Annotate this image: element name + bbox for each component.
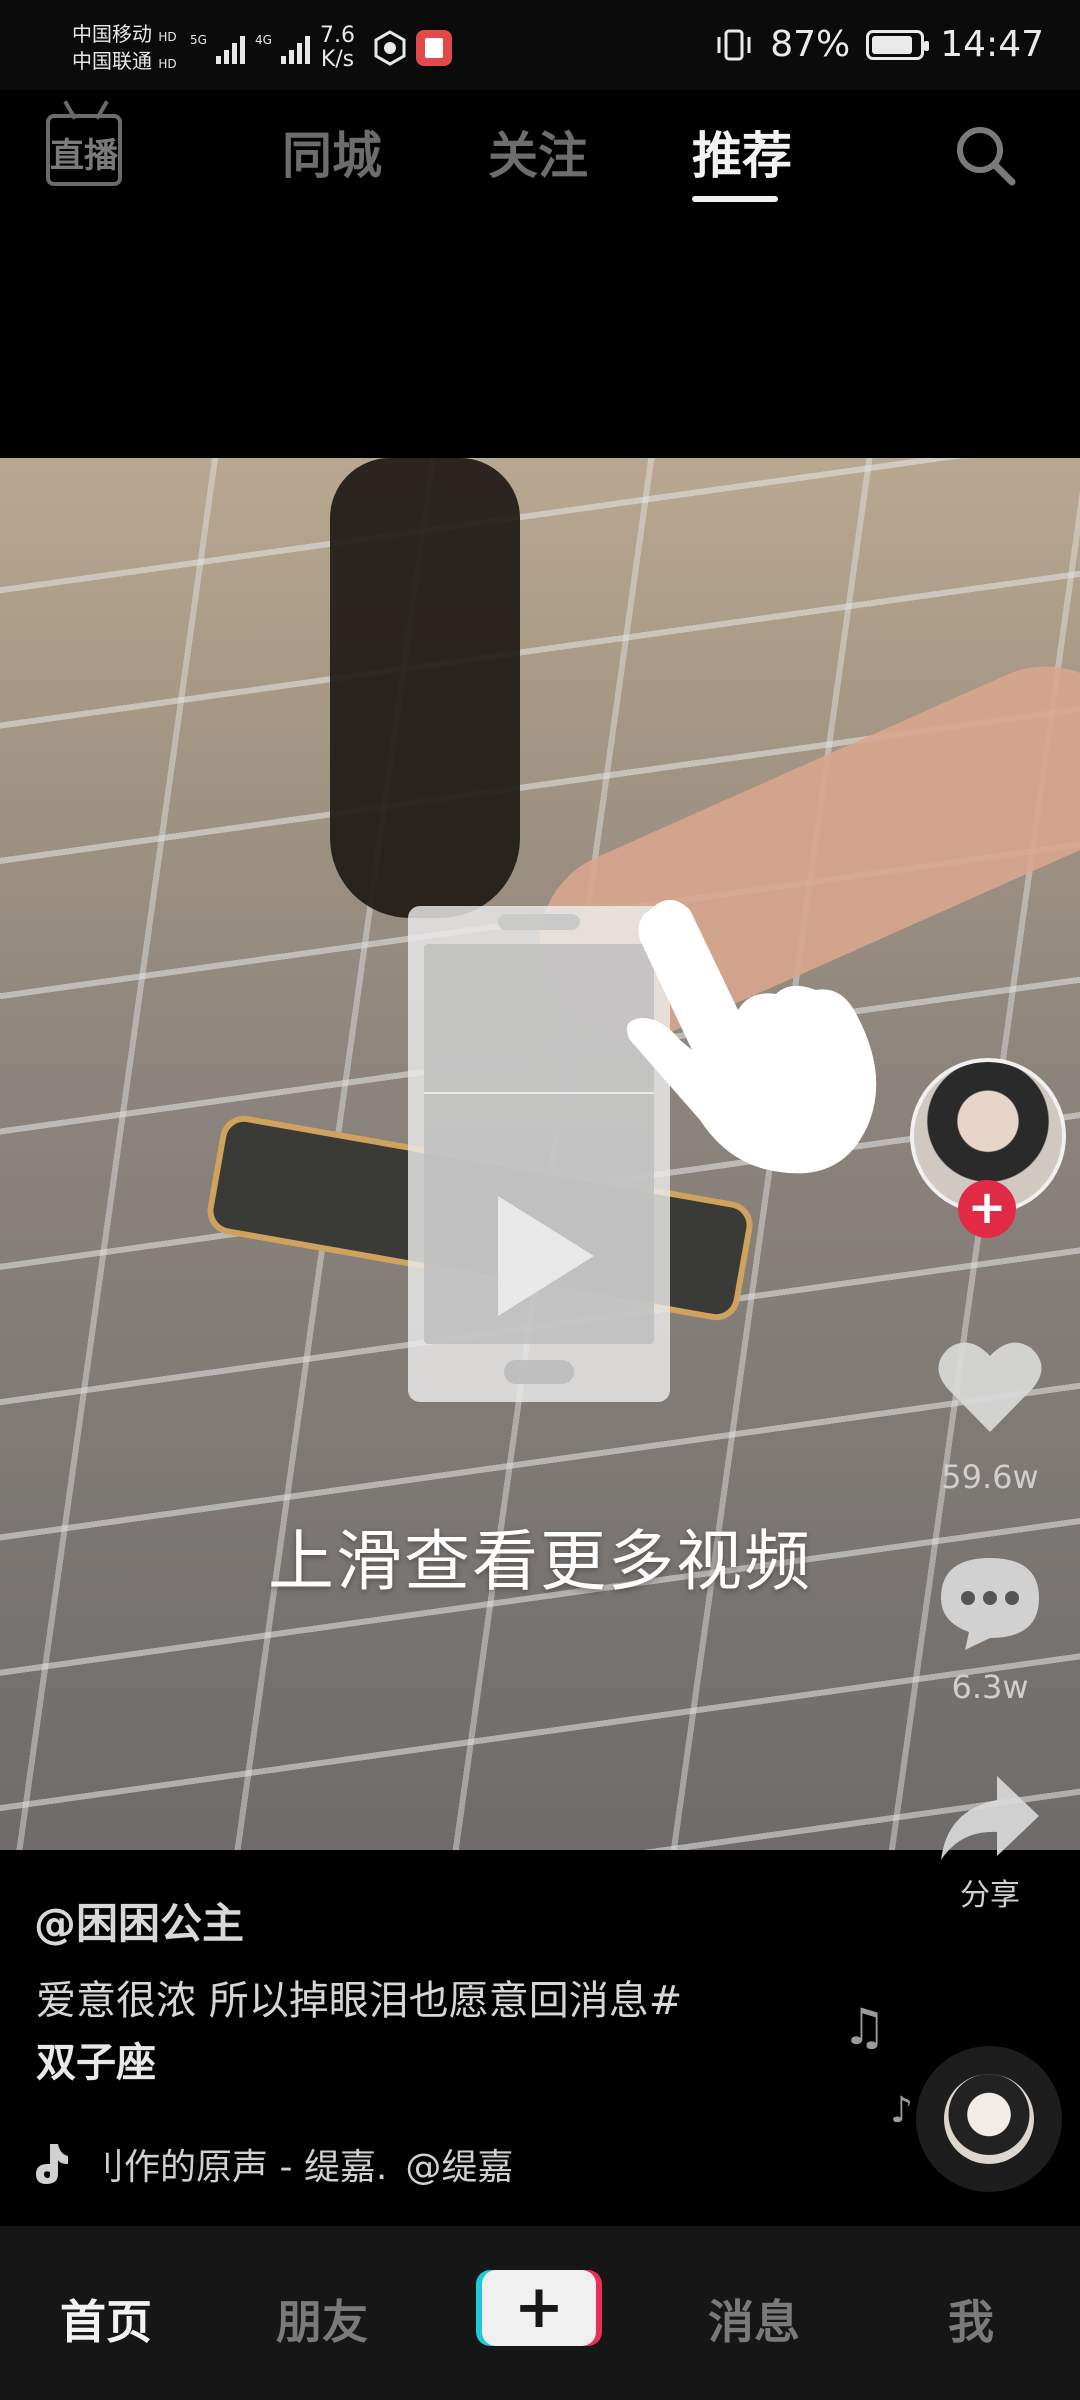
swipe-guide-text: 上滑查看更多视频 bbox=[268, 1523, 812, 1600]
tab-following[interactable]: 关注 bbox=[488, 116, 588, 188]
tab-messages[interactable]: 消息 bbox=[708, 2286, 800, 2352]
vibrate-icon bbox=[717, 29, 751, 60]
floating-note-icon-small: ♪ bbox=[890, 2090, 913, 2131]
carrier-info: 中国移动 HD 中国联通 HD bbox=[72, 22, 177, 76]
network-speed: 7.6 K/s bbox=[320, 24, 355, 72]
floating-note-icon: ♫ bbox=[842, 1998, 887, 2056]
post-description: 爱意很浓 所以掉眼泪也愿意回消息# 双子座 bbox=[36, 1970, 796, 2094]
hand-gesture-icon bbox=[374, 30, 406, 66]
pointing-hand-icon bbox=[626, 900, 877, 1174]
tab-me[interactable]: 我 bbox=[948, 2286, 994, 2352]
svg-text:4G: 4G bbox=[255, 33, 272, 47]
tab-friends[interactable]: 朋友 bbox=[276, 2286, 368, 2352]
description-text: 爱意很浓 所以掉眼泪也愿意回消息# bbox=[36, 1978, 683, 2024]
speed-value: 7.6 bbox=[320, 23, 355, 48]
like-heart-icon[interactable] bbox=[935, 1336, 1045, 1436]
battery-icon bbox=[866, 29, 930, 60]
signal-4g-icon: 4G bbox=[255, 33, 310, 64]
music-info[interactable]: 刂作的原声 - 缇嘉. @缇嘉 bbox=[30, 2138, 513, 2190]
music-title: 刂作的原声 - 缇嘉. bbox=[88, 2147, 388, 2188]
speed-unit: K/s bbox=[320, 47, 355, 72]
tiktok-note-icon bbox=[36, 2144, 68, 2184]
carrier-2: 中国联通 bbox=[72, 49, 152, 73]
svg-text:5G: 5G bbox=[190, 33, 207, 47]
status-right: 87% 14:47 bbox=[714, 24, 1044, 65]
signal-5g-icon: 5G bbox=[190, 33, 245, 64]
comment-icon[interactable] bbox=[935, 1552, 1045, 1652]
share-label[interactable]: 分享 bbox=[910, 1870, 1070, 1914]
share-arrow-icon[interactable] bbox=[935, 1770, 1045, 1870]
status-bar: 中国移动 HD 中国联通 HD 5G 4G 7.6 K/s 87% 14:47 bbox=[0, 0, 1080, 90]
music-disc[interactable] bbox=[916, 2046, 1062, 2192]
hashtag-link[interactable]: 双子座 bbox=[36, 2040, 156, 2086]
search-icon[interactable] bbox=[950, 120, 1020, 190]
plus-icon: + bbox=[513, 2272, 565, 2342]
battery-percent: 87% bbox=[770, 24, 851, 65]
clock: 14:47 bbox=[940, 24, 1044, 65]
active-tab-indicator bbox=[692, 196, 778, 202]
tab-home[interactable]: 首页 bbox=[60, 2286, 152, 2352]
reader-app-icon bbox=[416, 30, 452, 66]
live-label: 直播 bbox=[50, 136, 118, 176]
video-subject-hair bbox=[330, 458, 520, 918]
bottom-tab-bar: 首页 朋友 + 消息 我 bbox=[0, 2226, 1080, 2400]
create-post-button[interactable]: + bbox=[482, 2270, 596, 2346]
comment-count: 6.3w bbox=[951, 1668, 1029, 1706]
top-nav: 直播 同城 关注 推荐 bbox=[0, 90, 1080, 220]
carrier-1: 中国移动 bbox=[72, 22, 152, 46]
like-count: 59.6w bbox=[941, 1458, 1039, 1496]
music-author: @缇嘉 bbox=[405, 2147, 514, 2188]
play-icon bbox=[498, 1196, 594, 1316]
hd-label-2: HD bbox=[158, 57, 177, 71]
hd-label-1: HD bbox=[158, 30, 177, 44]
music-disc-cover bbox=[944, 2074, 1034, 2164]
live-button[interactable]: 直播 bbox=[46, 100, 122, 186]
tab-nearby[interactable]: 同城 bbox=[282, 116, 382, 188]
follow-button[interactable]: + bbox=[958, 1180, 1016, 1238]
tab-recommended[interactable]: 推荐 bbox=[692, 116, 792, 188]
author-name[interactable]: @困困公主 bbox=[34, 1890, 244, 1951]
